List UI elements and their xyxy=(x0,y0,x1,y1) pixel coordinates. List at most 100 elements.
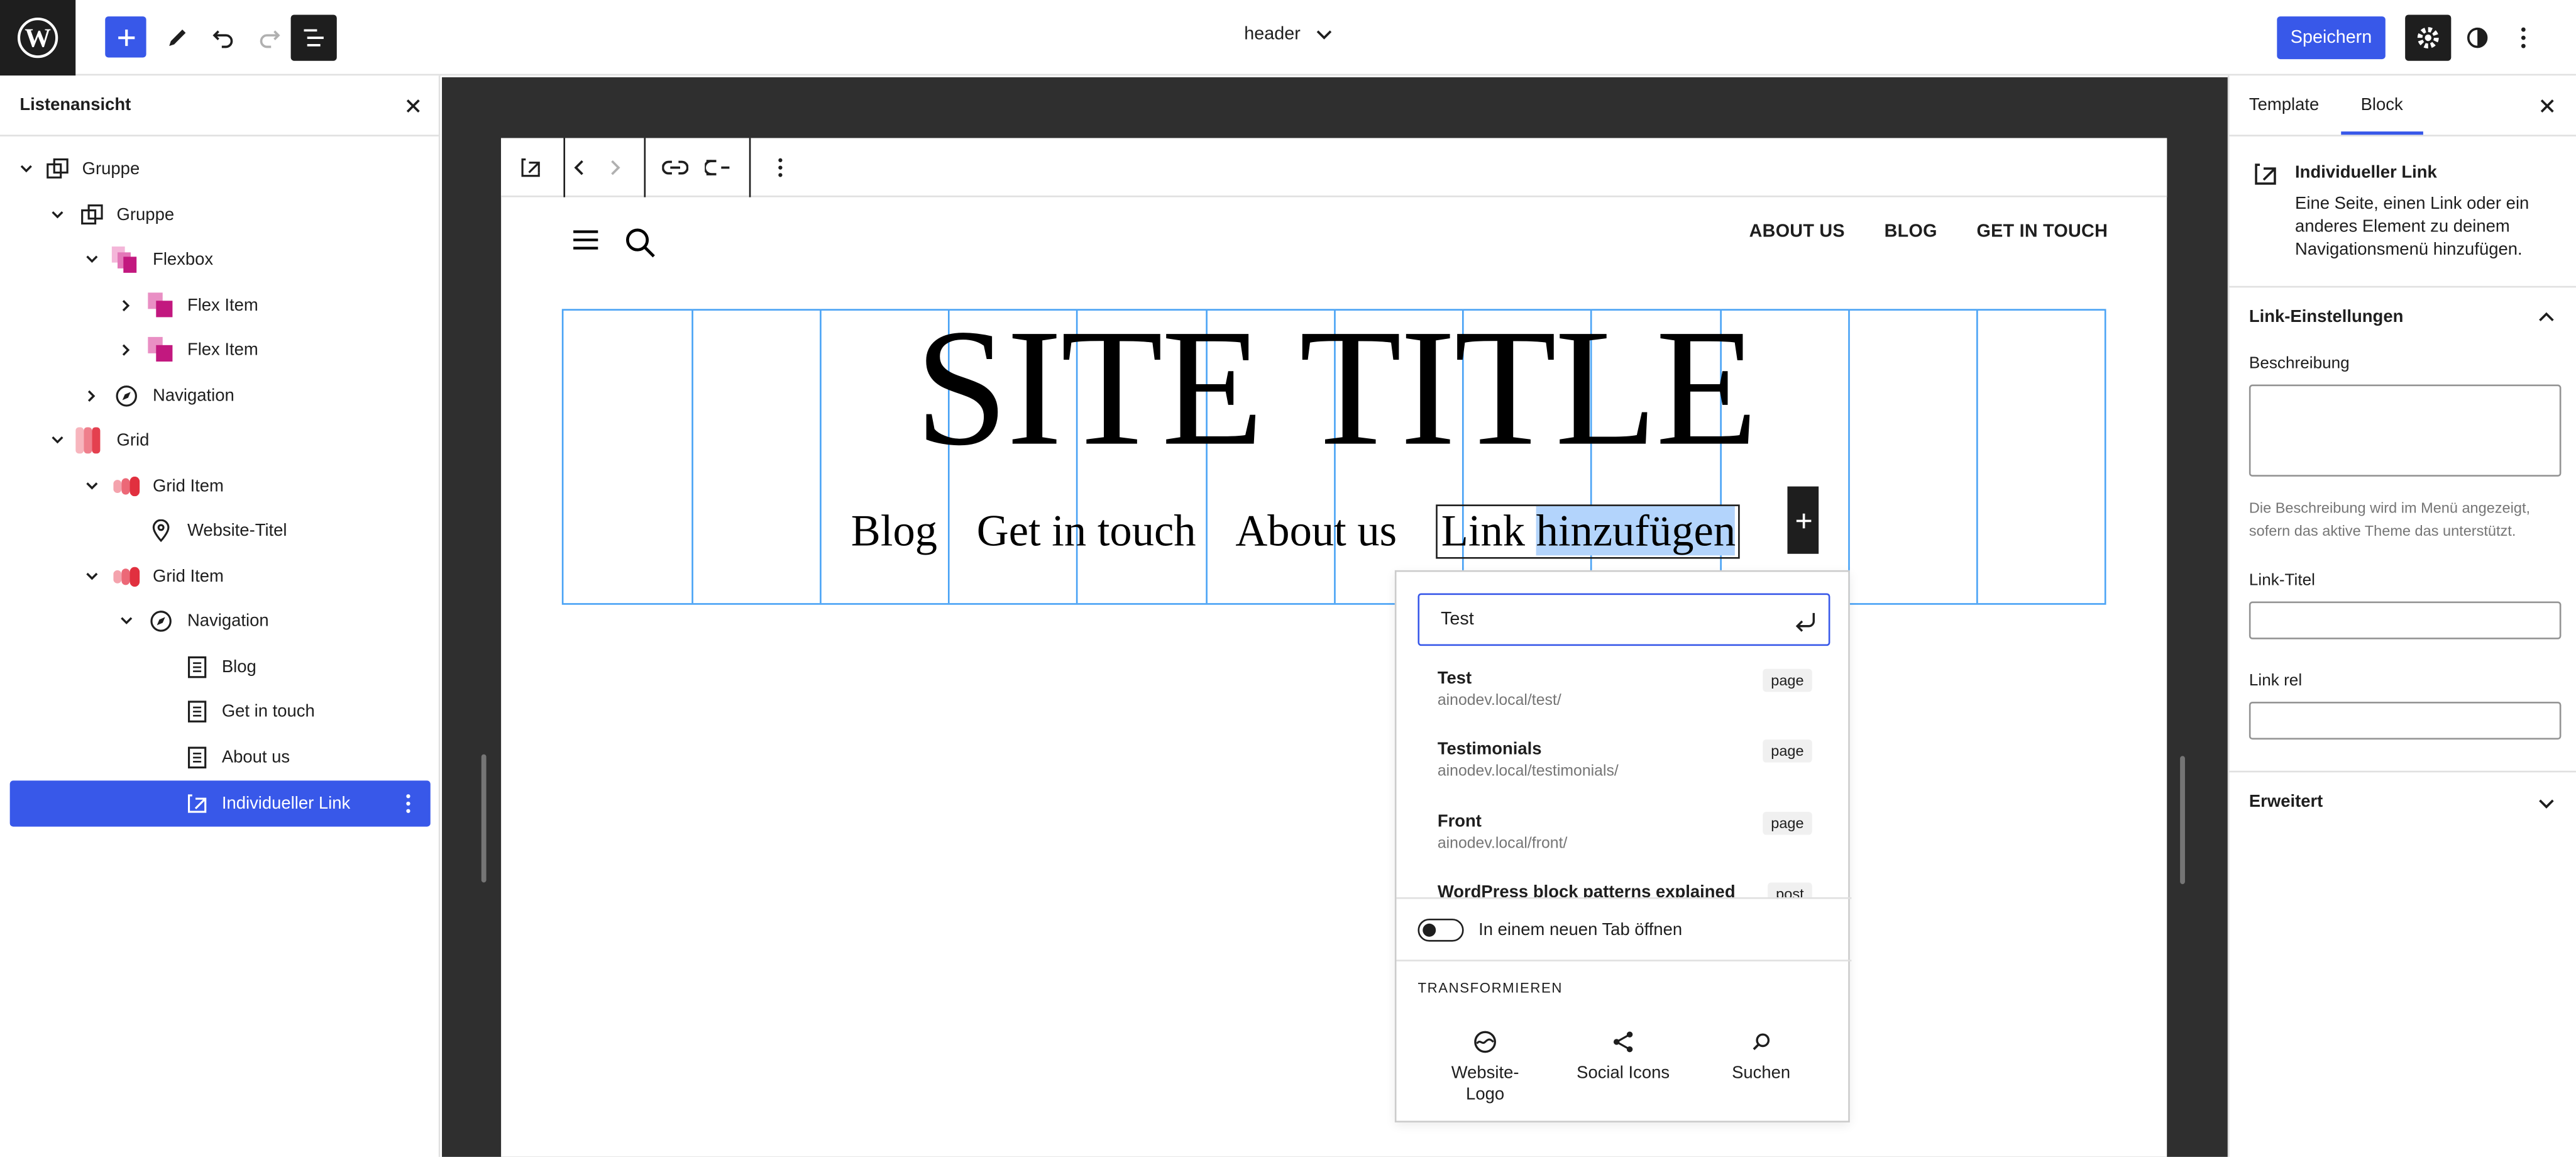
chevron-up-icon[interactable] xyxy=(2536,307,2556,327)
enter-icon[interactable] xyxy=(1792,608,1819,634)
more-vertical-icon[interactable] xyxy=(397,790,417,817)
link-suggestion[interactable]: WordPress block patterns explained post xyxy=(1438,882,1812,899)
transform-search[interactable]: Suchen xyxy=(1704,1029,1819,1083)
move-left-button[interactable] xyxy=(562,151,595,184)
list-item-label: Get in touch xyxy=(221,700,315,721)
custom-link-icon xyxy=(2255,163,2276,185)
chevron-right-icon[interactable] xyxy=(118,297,135,313)
add-submenu-button[interactable] xyxy=(702,151,734,184)
chevron-down-icon[interactable] xyxy=(84,251,100,267)
list-item-grid[interactable]: Grid xyxy=(10,418,431,462)
list-item-flex-item[interactable]: Flex Item xyxy=(10,327,431,372)
chevron-right-icon[interactable] xyxy=(118,341,135,357)
chevron-down-icon[interactable] xyxy=(18,160,35,177)
list-item-label: Grid Item xyxy=(153,475,224,495)
chevron-down-icon[interactable] xyxy=(2536,794,2556,813)
nav-link-about-us[interactable]: About us xyxy=(1235,506,1397,557)
link-search-value: Test xyxy=(1441,609,1474,629)
redo-button[interactable] xyxy=(246,15,292,61)
chevron-down-icon[interactable] xyxy=(49,431,65,448)
undo-icon xyxy=(212,30,233,48)
chevron-down-icon[interactable] xyxy=(118,612,135,629)
link-search-input[interactable]: Test xyxy=(1417,593,1830,646)
canvas-resize-handle[interactable] xyxy=(2180,756,2185,885)
link-suggestion[interactable]: Testimonials ainodev.local/testimonials/… xyxy=(1438,739,1812,805)
link-suggestion[interactable]: Test ainodev.local/test/ page xyxy=(1438,668,1812,735)
list-view-toggle[interactable] xyxy=(290,14,337,61)
suggestion-type-badge: page xyxy=(1763,668,1812,692)
link-rel-input[interactable] xyxy=(2248,701,2562,740)
canvas-resize-handle[interactable] xyxy=(481,754,487,883)
tab-block[interactable]: Block xyxy=(2361,96,2403,115)
save-button[interactable]: Speichern xyxy=(2277,16,2386,60)
chevron-down-icon[interactable] xyxy=(84,568,100,584)
plus-icon xyxy=(1795,512,1811,528)
navigation-icon xyxy=(113,382,140,409)
site-title[interactable]: SITE TITLE xyxy=(563,305,2108,473)
style-toggle[interactable] xyxy=(2455,15,2501,61)
nav-link-blog[interactable]: Blog xyxy=(851,506,937,557)
block-inserter-button[interactable] xyxy=(105,16,146,58)
list-item-grid-item[interactable]: Grid Item xyxy=(10,554,431,599)
list-item-website-titel[interactable]: Website-Titel xyxy=(10,508,431,553)
settings-toggle[interactable] xyxy=(2405,14,2452,61)
close-list-view-button[interactable] xyxy=(401,94,424,117)
transform-website-logo[interactable]: Website-Logo xyxy=(1428,1029,1543,1106)
block-type-button[interactable] xyxy=(514,151,547,184)
document-title-bar: header xyxy=(0,25,2576,45)
suggestion-type-badge: page xyxy=(1763,812,1812,835)
close-sidebar-button[interactable] xyxy=(2535,94,2558,117)
list-item-about-us[interactable]: About us xyxy=(10,734,431,779)
more-vertical-icon xyxy=(778,158,783,177)
list-item-navigation[interactable]: Navigation xyxy=(10,598,431,643)
list-item-flexbox[interactable]: Flexbox xyxy=(10,236,431,281)
search-icon[interactable] xyxy=(624,227,657,260)
list-item-blog[interactable]: Blog xyxy=(10,644,431,689)
link-settings-heading[interactable]: Link-Einstellungen xyxy=(2249,307,2403,327)
list-item-gruppe[interactable]: Gruppe xyxy=(10,192,431,237)
list-item-individueller-link[interactable]: Individueller Link xyxy=(9,780,431,827)
grid-block[interactable]: SITE TITLE Blog Get in touch About us Li… xyxy=(561,305,2108,605)
block-options-button[interactable] xyxy=(764,151,796,184)
tools-button[interactable] xyxy=(155,15,201,61)
link-title-input[interactable] xyxy=(2248,601,2562,639)
add-navigation-item-button[interactable] xyxy=(1787,486,1819,554)
top-navigation: ABOUT US BLOG GET IN TOUCH xyxy=(1749,222,2108,241)
link-text-prefix: Link xyxy=(1441,506,1536,556)
advanced-heading[interactable]: Erweitert xyxy=(2249,792,2323,812)
link-suggestion[interactable]: Front ainodev.local/front/ page xyxy=(1438,812,1812,878)
new-tab-toggle[interactable] xyxy=(1417,918,1464,942)
chevron-right-icon[interactable] xyxy=(84,387,100,403)
wordpress-logo-button[interactable]: W xyxy=(0,0,76,76)
list-view-header: Listenansicht xyxy=(0,75,441,136)
list-item-get-in-touch[interactable]: Get in touch xyxy=(10,689,431,733)
nav-link-blog[interactable]: BLOG xyxy=(1885,222,1937,241)
map-marker-icon xyxy=(148,517,174,543)
nav-link-get-in-touch[interactable]: GET IN TOUCH xyxy=(1976,222,2108,241)
template-frame: ABOUT US BLOG GET IN TOUCH SITE TITLE Bl… xyxy=(501,138,2167,1157)
tab-template[interactable]: Template xyxy=(2249,96,2319,115)
document-title[interactable]: header xyxy=(1244,25,1301,44)
chevron-down-icon[interactable] xyxy=(49,206,65,223)
suggestion-url: ainodev.local/front/ xyxy=(1437,834,1568,853)
move-right-button[interactable] xyxy=(598,151,630,184)
search-icon xyxy=(1753,1033,1770,1051)
link-button[interactable] xyxy=(659,151,691,184)
undo-button[interactable] xyxy=(201,15,246,61)
chevron-down-icon[interactable] xyxy=(1316,28,1332,42)
custom-link-editable[interactable]: Link hinzufügen xyxy=(1436,504,1741,559)
nav-link-about-us[interactable]: ABOUT US xyxy=(1749,222,1845,241)
list-item-navigation[interactable]: Navigation xyxy=(10,373,431,418)
description-textarea[interactable] xyxy=(2248,384,2562,477)
list-item-grid-item[interactable]: Grid Item xyxy=(10,463,431,508)
options-menu-button[interactable] xyxy=(2501,15,2546,61)
navigation-icon xyxy=(148,607,174,634)
suggestion-title: Testimonials xyxy=(1437,739,1542,760)
transform-social-icons[interactable]: Social Icons xyxy=(1566,1029,1681,1083)
editor-top-bar: W header Speichern xyxy=(0,0,2576,76)
nav-link-get-in-touch[interactable]: Get in touch xyxy=(977,506,1196,557)
hamburger-menu-icon[interactable] xyxy=(570,225,603,255)
chevron-down-icon[interactable] xyxy=(84,477,100,494)
list-item-gruppe[interactable]: Gruppe xyxy=(10,147,431,191)
list-item-flex-item[interactable]: Flex Item xyxy=(10,283,431,328)
